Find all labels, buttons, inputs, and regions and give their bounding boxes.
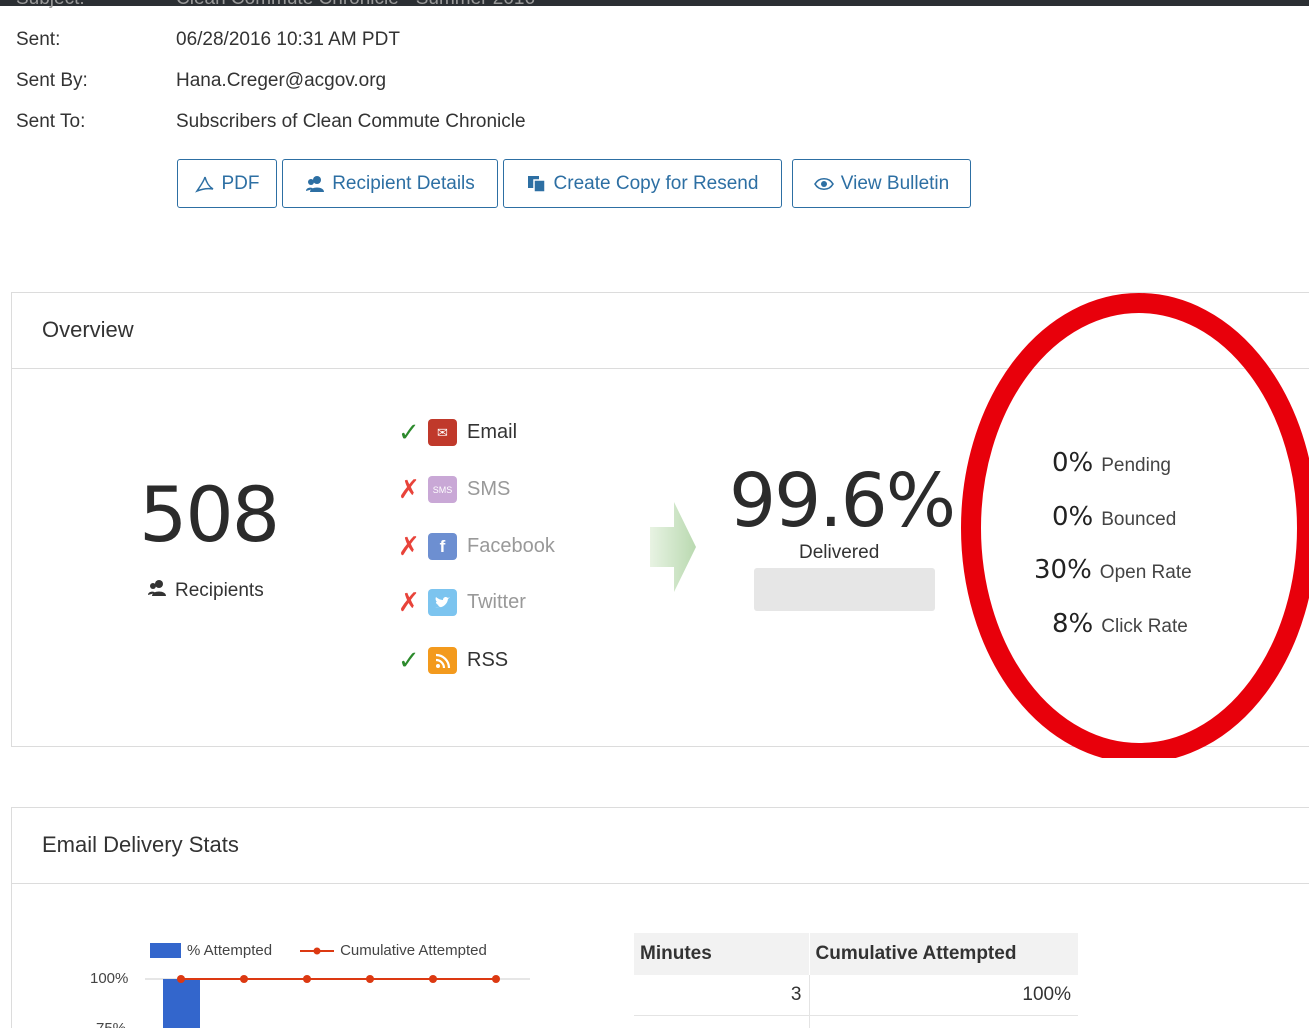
sent-to-label: Sent To: (16, 111, 86, 132)
subject-value: Clean Commute Chronicle - Summer 2016 (176, 0, 535, 8)
cell-empty (809, 1015, 1078, 1028)
cell-cumulative: 100% (809, 975, 1078, 1016)
col-cumulative-attempted: Cumulative Attempted (809, 933, 1079, 975)
facebook-icon: f (428, 533, 457, 560)
email-icon: ✉ (428, 419, 457, 446)
line-point (240, 975, 248, 983)
check-icon: ✓ (398, 417, 420, 447)
sent-by-label: Sent By: (16, 70, 88, 91)
channel-email: ✓ ✉ Email (398, 417, 517, 448)
sent-label: Sent: (16, 29, 61, 50)
line-point (177, 975, 185, 983)
cross-icon: ✗ (398, 587, 420, 617)
arrow-right-icon (650, 502, 696, 592)
table-row (634, 1015, 1078, 1028)
overview-title: Overview (42, 317, 134, 342)
copy-icon (527, 175, 547, 193)
cross-icon: ✗ (398, 474, 420, 504)
red-annotation-ellipse (961, 293, 1309, 758)
legend-bar-swatch (150, 943, 181, 958)
cell-empty (634, 1015, 810, 1028)
email-delivery-header: Email Delivery Stats (12, 808, 1309, 884)
channel-twitter: ✗ Twitter (398, 587, 526, 618)
table-row: 3 100% (634, 975, 1078, 1016)
cross-icon: ✗ (398, 531, 420, 561)
recipients-count: 508 (139, 470, 280, 559)
y-tick-100: 100% (90, 970, 129, 987)
channel-facebook-label: Facebook (467, 535, 555, 557)
recipients-label-row: Recipients (147, 579, 264, 603)
channel-twitter-label: Twitter (467, 591, 526, 613)
check-icon: ✓ (398, 645, 420, 675)
col-minutes: Minutes (634, 933, 810, 975)
channel-rss-label: RSS (467, 649, 509, 671)
sent-to-value: Subscribers of Clean Commute Chronicle (176, 111, 526, 132)
line-point (492, 975, 500, 983)
chart-legend: % Attempted Cumulative Attempted (150, 942, 487, 959)
recipient-details-button[interactable]: Recipient Details (282, 159, 498, 208)
subject-label: Subject: (16, 0, 85, 8)
twitter-icon (428, 589, 457, 616)
view-bulletin-button[interactable]: View Bulletin (792, 159, 971, 208)
cell-minutes: 3 (634, 975, 810, 1016)
create-copy-button[interactable]: Create Copy for Resend (503, 159, 782, 208)
line-point (429, 975, 437, 983)
users-icon (305, 175, 325, 193)
legend-line-swatch (300, 947, 335, 954)
line-point (303, 975, 311, 983)
legend-line-label: Cumulative Attempted (340, 942, 487, 959)
channel-email-label: Email (467, 421, 518, 443)
channel-sms: ✗ SMS SMS (398, 474, 510, 505)
create-copy-label: Create Copy for Resend (553, 172, 759, 194)
delivered-percent: 99.6% (729, 458, 956, 544)
eye-icon (813, 176, 834, 192)
subject-row: Subject: Clean Commute Chronicle - Summe… (0, 0, 1309, 8)
pdf-button-label: PDF (221, 172, 260, 194)
recipients-label: Recipients (175, 580, 264, 601)
sent-by-value: Hana.Creger@acgov.org (176, 70, 387, 91)
rss-icon (428, 647, 457, 674)
users-icon (147, 579, 167, 603)
channel-facebook: ✗ f Facebook (398, 531, 555, 562)
email-delivery-title: Email Delivery Stats (42, 832, 239, 857)
pdf-icon (194, 175, 215, 193)
y-tick-75: 75% (96, 1020, 126, 1028)
channel-rss: ✓ RSS (398, 645, 508, 676)
bar-attempted (163, 979, 200, 1028)
delivered-progress-bar (754, 568, 935, 611)
sent-value: 06/28/2016 10:31 AM PDT (176, 29, 400, 50)
line-point (366, 975, 374, 983)
table-header-row: Minutes Cumulative Attempted (634, 933, 1079, 975)
legend-bar-label: % Attempted (187, 942, 273, 959)
recipient-details-label: Recipient Details (332, 172, 475, 194)
delivered-label: Delivered (799, 542, 880, 563)
channel-sms-label: SMS (467, 478, 511, 500)
sms-icon: SMS (428, 476, 457, 503)
view-bulletin-label: View Bulletin (840, 172, 950, 194)
pdf-button[interactable]: PDF (177, 159, 277, 208)
delivery-chart (145, 975, 530, 1028)
delivery-table: Minutes Cumulative Attempted 3 100% (634, 933, 1079, 1028)
